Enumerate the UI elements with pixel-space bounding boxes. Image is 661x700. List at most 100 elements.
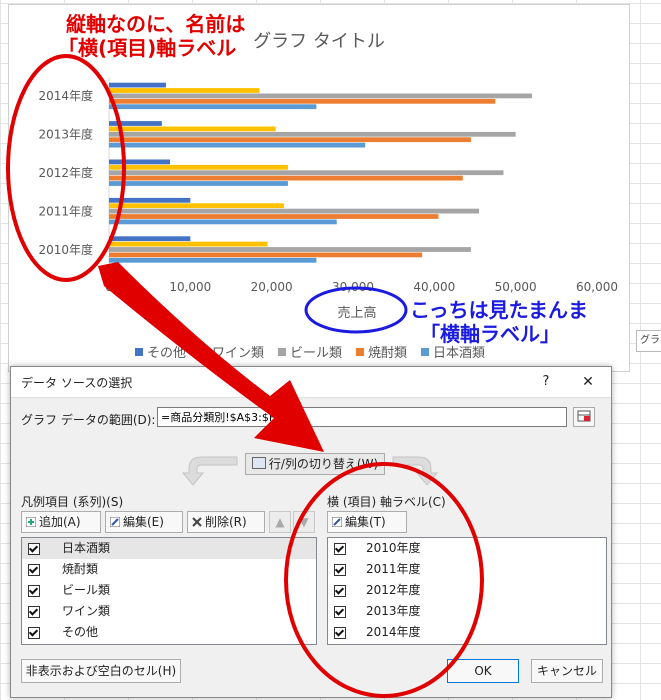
bar <box>109 252 423 258</box>
list-item[interactable]: 日本酒類 <box>22 538 316 559</box>
legend-swatch <box>356 348 364 356</box>
list-item[interactable]: ビール類 <box>22 580 316 601</box>
x-axis-title: 売上高 <box>337 305 376 321</box>
bar <box>109 170 504 176</box>
list-item[interactable]: 2014年度 <box>328 622 606 643</box>
bar <box>109 208 480 214</box>
legend-entries-list[interactable]: 日本酒類 焼酎類 ビール類 ワイン類 その他 <box>21 537 317 645</box>
delete-icon <box>192 517 202 527</box>
x-tick-label: 30,000 <box>332 280 374 294</box>
edit-axis-labels-button[interactable]: 編集(T) <box>327 511 407 533</box>
legend-entry: ビール類 <box>290 346 342 361</box>
bar <box>109 93 532 99</box>
bar <box>109 88 260 93</box>
range-picker-button[interactable] <box>573 407 595 427</box>
edit-icon <box>332 517 342 527</box>
legend-swatch <box>135 348 143 356</box>
dialog-titlebar[interactable]: データ ソースの選択 ? ✕ <box>11 367 611 398</box>
y-tick-label: 2010年度 <box>38 242 93 257</box>
x-tick-label: 20,000 <box>251 280 293 294</box>
checkbox[interactable] <box>28 606 40 618</box>
cancel-button[interactable]: キャンセル <box>531 659 603 683</box>
list-item[interactable]: 2013年度 <box>328 601 606 622</box>
bar <box>109 175 463 181</box>
list-item[interactable]: 2010年度 <box>328 538 606 559</box>
edit-label: 編集(E) <box>123 515 164 529</box>
checkbox[interactable] <box>334 543 346 555</box>
list-item[interactable]: 2011年度 <box>328 559 606 580</box>
checkbox[interactable] <box>28 627 40 639</box>
y-tick-label: 2014年度 <box>38 88 93 103</box>
bar <box>109 181 288 186</box>
select-data-source-dialog: データ ソースの選択 ? ✕ グラフ データの範囲(D): 行/列の切り替え(W… <box>10 366 612 698</box>
bar <box>109 197 191 203</box>
checkbox[interactable] <box>28 543 40 555</box>
annotation-red-line2: 「横(項目)軸ラベル <box>58 36 237 60</box>
bar <box>109 159 170 165</box>
axis-labels-label: 横 (項目) 軸ラベル(C) <box>327 495 446 509</box>
bar <box>109 247 471 252</box>
move-up-button[interactable]: ▲ <box>269 511 291 533</box>
checkbox[interactable] <box>28 564 40 576</box>
bar <box>109 236 191 242</box>
checkbox[interactable] <box>334 564 346 576</box>
legend-swatch <box>278 348 286 356</box>
bar <box>109 257 317 263</box>
add-label: 追加(A) <box>39 515 81 529</box>
annotation-blue-line2: 「横軸ラベル」 <box>420 322 560 346</box>
switch-arrow-left-icon <box>181 456 238 486</box>
axis-labels-list[interactable]: 2010年度 2011年度 2012年度 2013年度 2014年度 <box>327 537 607 645</box>
switch-row-column-button[interactable]: 行/列の切り替え(W) <box>245 453 385 475</box>
bar <box>109 126 276 132</box>
list-item[interactable]: ワイン類 <box>22 601 316 622</box>
x-tick-label: 40,000 <box>413 280 455 294</box>
help-button[interactable]: ? <box>535 371 557 393</box>
checkbox[interactable] <box>334 627 346 639</box>
list-item[interactable]: その他 <box>22 622 316 643</box>
range-select-icon <box>577 410 591 422</box>
x-tick-label: 50,000 <box>495 280 537 294</box>
switch-icon <box>251 457 266 469</box>
y-tick-label: 2013年度 <box>38 127 93 142</box>
delete-label: 削除(R) <box>205 515 247 529</box>
bar <box>109 203 284 209</box>
ok-button[interactable]: OK <box>447 659 519 683</box>
legend-entry: ワイン類 <box>212 346 264 361</box>
chart-title: グラフ タイトル <box>253 31 385 52</box>
bar <box>109 104 317 110</box>
legend-entry: 焼酎類 <box>368 346 407 361</box>
arrow-down-icon: ▼ <box>299 515 309 529</box>
checkbox[interactable] <box>334 606 346 618</box>
bar <box>109 214 439 219</box>
delete-series-button[interactable]: 削除(R) <box>187 511 265 533</box>
legend-entries-label: 凡例項目 (系列)(S) <box>21 495 124 509</box>
checkbox[interactable] <box>334 585 346 597</box>
bar <box>109 164 288 170</box>
add-icon <box>26 517 36 527</box>
y-tick-label: 2012年度 <box>38 165 93 180</box>
x-tick-label: 60,000 <box>576 280 618 294</box>
range-label: グラフ データの範囲(D): <box>21 413 156 427</box>
close-button[interactable]: ✕ <box>577 371 599 393</box>
legend-swatch <box>200 348 208 356</box>
legend-swatch <box>421 348 429 356</box>
checkbox[interactable] <box>28 585 40 597</box>
list-item[interactable]: 2012年度 <box>328 580 606 601</box>
axis-toolbar: 編集(T) <box>327 509 605 535</box>
arrow-up-icon: ▲ <box>275 515 285 529</box>
bar <box>109 137 471 143</box>
edit-icon <box>110 517 120 527</box>
move-down-button[interactable]: ▼ <box>293 511 315 533</box>
add-series-button[interactable]: 追加(A) <box>21 511 101 533</box>
list-item[interactable]: 焼酎類 <box>22 559 316 580</box>
bar <box>109 98 496 104</box>
range-input[interactable] <box>157 407 567 427</box>
switch-label: 行/列の切り替え(W) <box>268 457 379 471</box>
bar <box>109 142 366 148</box>
dialog-title: データ ソースの選択 <box>21 376 133 390</box>
hidden-empty-cells-button[interactable]: 非表示および空白のセル(H) <box>21 659 181 683</box>
chart-tooltip: グラフ <box>636 330 661 352</box>
bar <box>109 82 166 88</box>
x-tick-label: 0 <box>105 280 113 294</box>
edit-series-button[interactable]: 編集(E) <box>105 511 183 533</box>
